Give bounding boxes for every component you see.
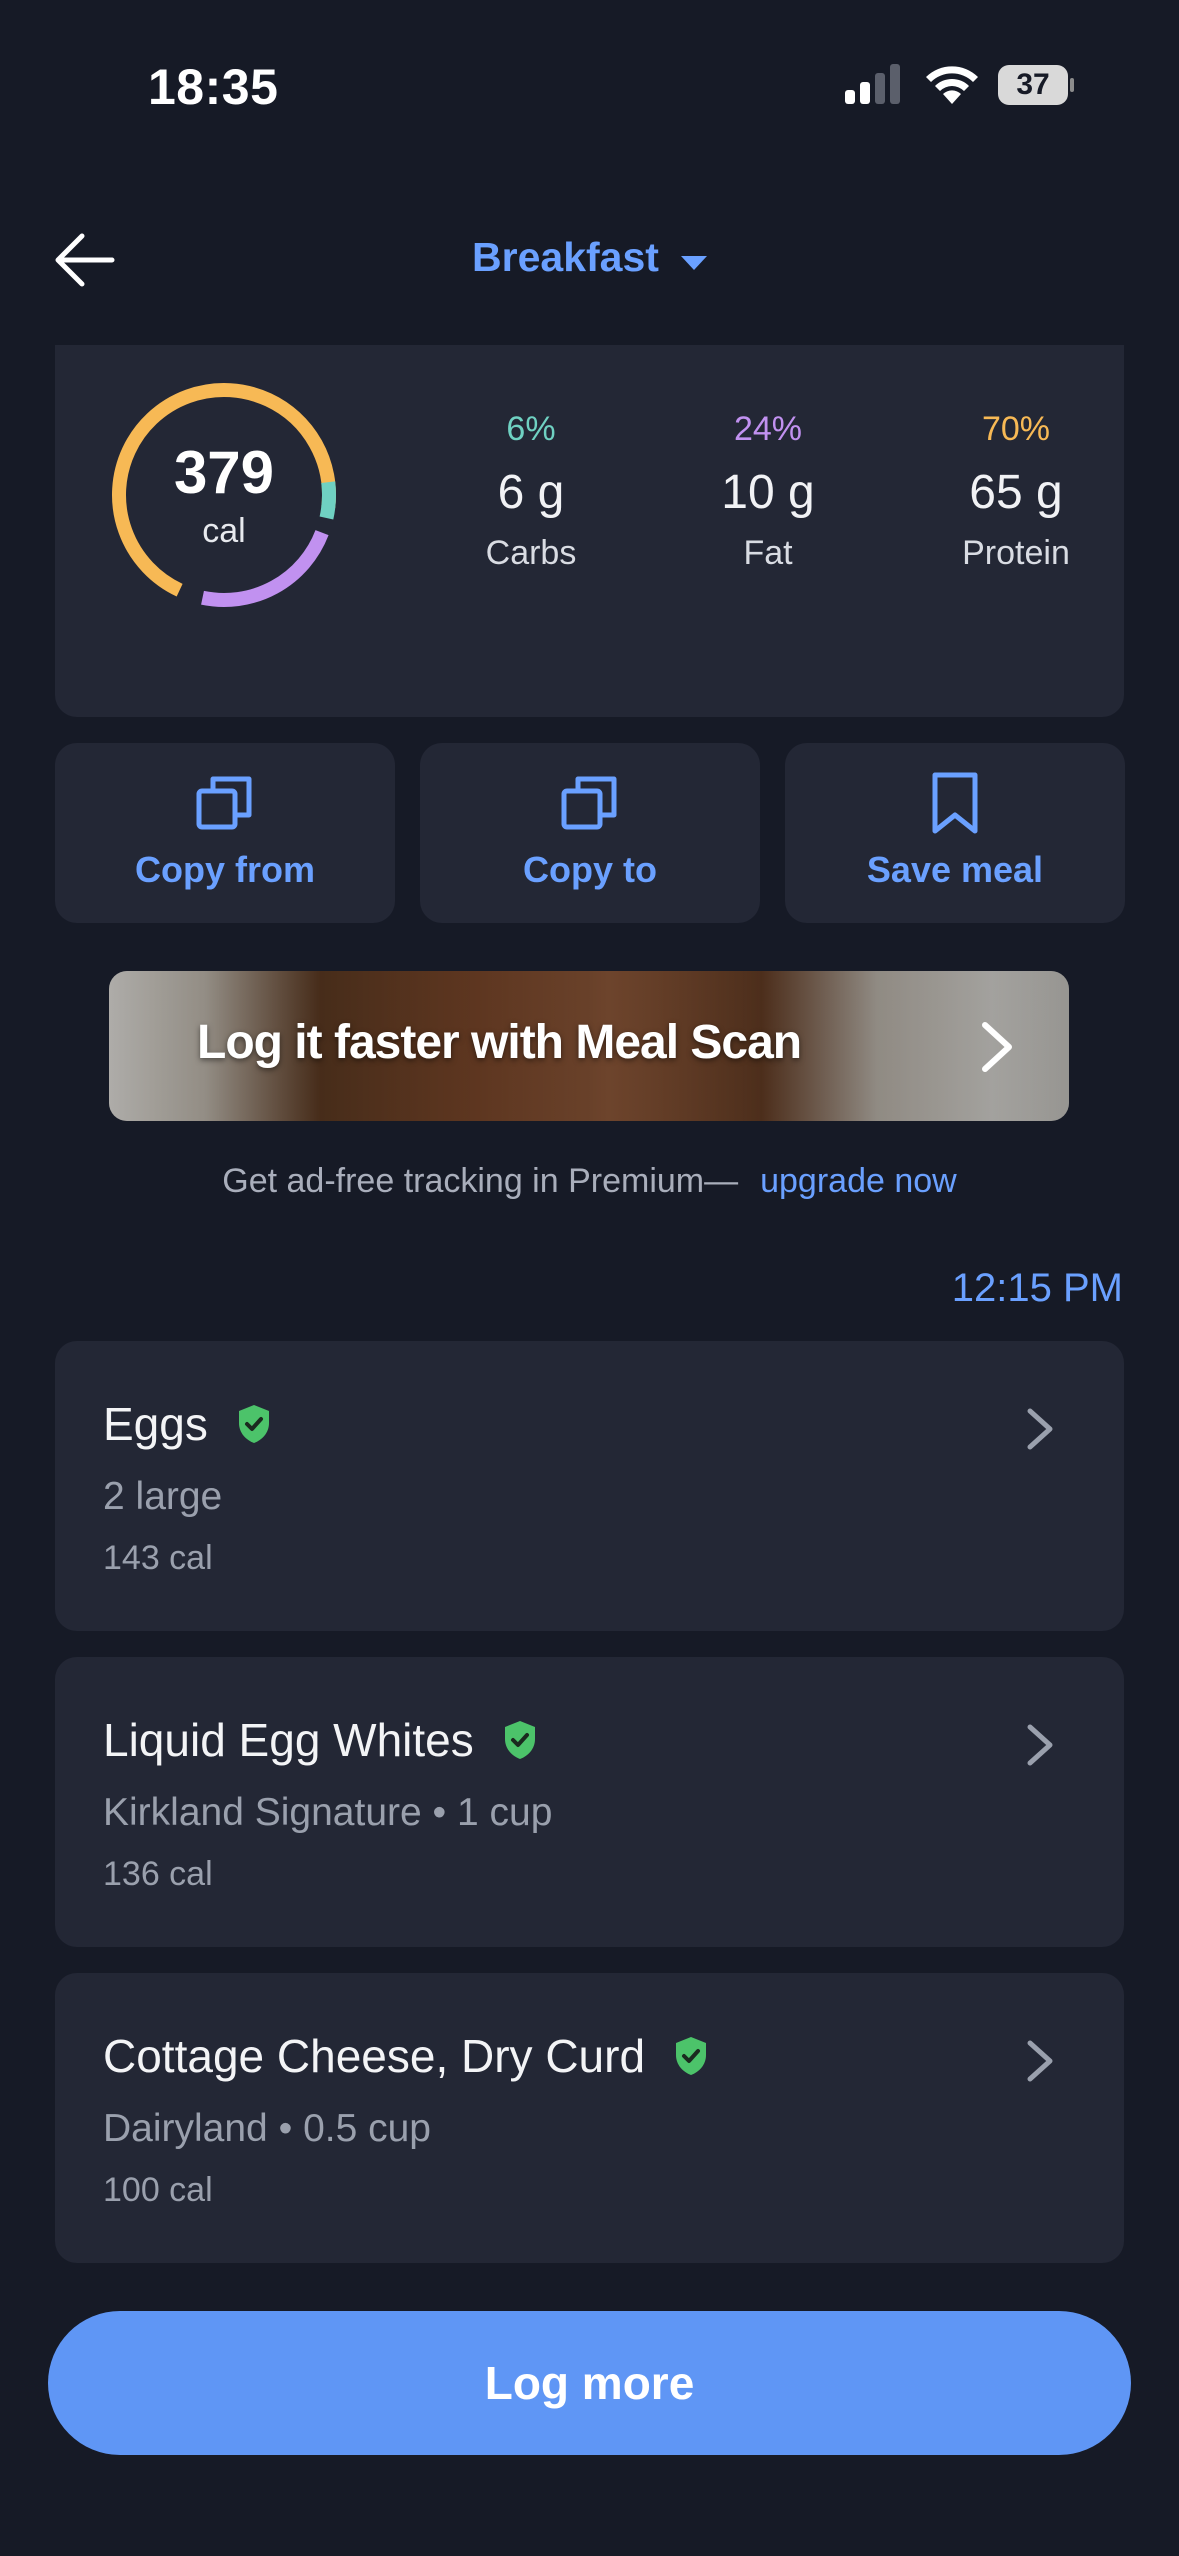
chevron-right-icon [1027, 1724, 1053, 1766]
meal-scan-banner[interactable]: Log it faster with Meal Scan [109, 971, 1069, 1121]
save-meal-label: Save meal [866, 849, 1044, 890]
premium-text: Get ad-free tracking in Premium— [222, 1162, 739, 1200]
premium-prompt: Get ad-free tracking in Premium— upgrade … [0, 1162, 1179, 1201]
meal-title[interactable]: Breakfast [472, 234, 659, 280]
copy-icon [196, 776, 252, 830]
macro-percent: 24% [733, 410, 803, 448]
macro-carbs: 6% 6 g Carbs [441, 410, 621, 573]
food-detail: Kirkland Signature • 1 cup [103, 1791, 553, 1834]
food-name: Cottage Cheese, Dry Curd [103, 2030, 646, 2082]
upgrade-now-link[interactable]: upgrade now [760, 1162, 957, 1200]
banner-text: Log it faster with Meal Scan [197, 1016, 802, 1069]
macro-label: Fat [743, 534, 793, 572]
food-name: Eggs [103, 1398, 208, 1450]
copy-from-button[interactable]: Copy from [55, 743, 395, 923]
battery-level: 37 [1016, 68, 1050, 101]
macro-grams: 65 g [969, 466, 1063, 519]
verified-shield-icon [504, 1721, 535, 1759]
meal-time[interactable]: 12:15 PM [952, 1266, 1123, 1311]
status-time: 18:35 [148, 59, 279, 115]
dropdown-caret-icon[interactable] [680, 255, 707, 270]
chevron-right-icon [1027, 2040, 1053, 2082]
wifi-icon [926, 66, 978, 104]
calorie-total: 379 [173, 439, 275, 506]
meal-selector[interactable]: Breakfast [0, 234, 1179, 281]
calorie-unit: cal [202, 512, 246, 550]
copy-to-label: Copy to [523, 849, 657, 890]
macro-percent: 70% [981, 410, 1051, 448]
food-calories: 143 cal [103, 1539, 213, 1577]
food-item-cottage-cheese[interactable]: Cottage Cheese, Dry Curd Dairyland • 0.5… [55, 1973, 1124, 2263]
chevron-right-icon [982, 1022, 1012, 1072]
copy-icon [561, 776, 617, 830]
macro-grams: 6 g [497, 466, 565, 519]
macro-label: Carbs [485, 534, 577, 572]
chevron-right-icon [1027, 1408, 1053, 1450]
food-name: Liquid Egg Whites [103, 1714, 474, 1766]
verified-shield-icon [676, 2037, 707, 2075]
food-calories: 100 cal [103, 2171, 213, 2209]
macro-protein: 70% 65 g Protein [926, 410, 1106, 573]
bookmark-icon [932, 772, 978, 834]
food-detail: 2 large [103, 1475, 223, 1518]
macro-percent: 6% [506, 410, 556, 448]
log-more-button[interactable]: Log more [48, 2311, 1131, 2455]
copy-to-button[interactable]: Copy to [420, 743, 760, 923]
macro-grams: 10 g [721, 466, 815, 519]
food-item-eggs[interactable]: Eggs 2 large 143 cal [55, 1341, 1124, 1631]
copy-from-label: Copy from [135, 849, 315, 890]
food-calories: 136 cal [103, 1855, 213, 1893]
verified-shield-icon [238, 1405, 269, 1443]
macro-label: Protein [962, 534, 1070, 572]
cellular-signal-icon [845, 64, 900, 104]
battery-icon: 37 [997, 64, 1075, 106]
food-item-liquid-egg-whites[interactable]: Liquid Egg Whites Kirkland Signature • 1… [55, 1657, 1124, 1947]
save-meal-button[interactable]: Save meal [785, 743, 1125, 923]
food-detail: Dairyland • 0.5 cup [103, 2107, 431, 2150]
macro-fat: 24% 10 g Fat [678, 410, 858, 573]
